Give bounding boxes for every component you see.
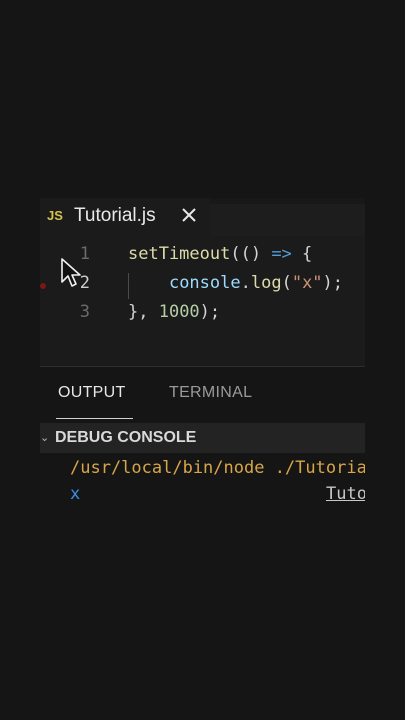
code-token: ); bbox=[322, 273, 344, 293]
editor-tab-bar: JS Tutorial.js bbox=[40, 198, 365, 236]
close-icon[interactable] bbox=[180, 206, 198, 224]
mouse-pointer-icon bbox=[61, 258, 81, 287]
code-token: => bbox=[271, 244, 292, 264]
code-token: ( bbox=[281, 273, 292, 293]
tab-terminal[interactable]: TERMINAL bbox=[169, 384, 252, 402]
line-number: 3 bbox=[79, 302, 90, 322]
code-line[interactable]: 2 console.log("x"); bbox=[40, 273, 365, 301]
code-token: . bbox=[240, 273, 251, 293]
tab-output[interactable]: OUTPUT bbox=[58, 384, 126, 402]
code-line[interactable]: 3}, 1000); bbox=[40, 302, 365, 330]
code-text: setTimeout(() => { bbox=[128, 244, 312, 264]
code-token: { bbox=[291, 244, 313, 264]
tab-bar-empty-area bbox=[210, 204, 365, 236]
code-token: 1000 bbox=[158, 302, 200, 322]
console-log-value: x bbox=[70, 484, 81, 504]
code-token: ); bbox=[199, 302, 221, 322]
code-token: "x" bbox=[291, 273, 323, 293]
code-token: setTimeout bbox=[128, 244, 231, 264]
code-line[interactable]: 1 setTimeout(() => { bbox=[40, 244, 365, 272]
screen: JS Tutorial.js 1 setTimeout(() => {2 cons… bbox=[0, 0, 405, 720]
js-file-icon: JS bbox=[47, 208, 63, 223]
code-token: log bbox=[250, 273, 282, 293]
code-token: }, bbox=[128, 302, 159, 322]
chevron-down-icon[interactable]: ⌄ bbox=[40, 431, 49, 444]
tab-tutorial-js[interactable]: JS Tutorial.js bbox=[40, 198, 210, 236]
debug-console-output: /usr/local/bin/node ./Tutorial.js x Tuto… bbox=[40, 455, 365, 515]
debug-console-title: DEBUG CONSOLE bbox=[55, 429, 197, 446]
console-command-line: /usr/local/bin/node ./Tutorial.js bbox=[70, 458, 365, 478]
tab-filename: Tutorial.js bbox=[74, 205, 156, 226]
code-editor[interactable]: 1 setTimeout(() => {2 console.log("x"); 3}… bbox=[40, 240, 365, 350]
panel-divider bbox=[40, 366, 365, 367]
code-text: }, 1000); bbox=[128, 302, 220, 322]
code-text: console.log("x"); bbox=[128, 273, 343, 293]
code-token: console bbox=[168, 273, 241, 293]
active-tab-indicator bbox=[56, 418, 133, 419]
code-token: (() bbox=[230, 244, 272, 264]
console-source-link[interactable]: Tutorial.js:2 bbox=[326, 484, 365, 504]
